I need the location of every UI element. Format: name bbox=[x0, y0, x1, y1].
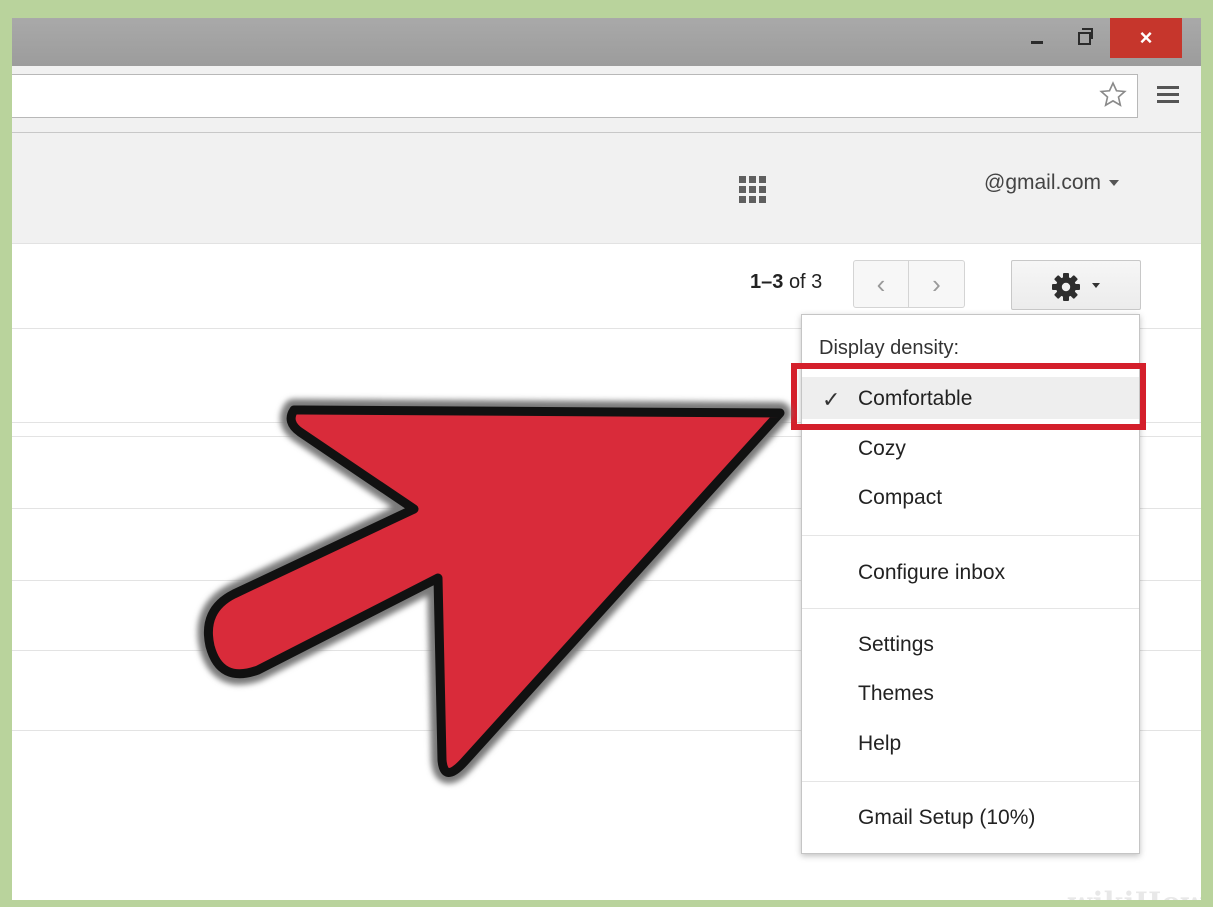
wikihow-watermark: wikiHow bbox=[1068, 886, 1201, 900]
browser-window: × @gmail.com 1–3 of 3 ‹ › Display densit… bbox=[12, 18, 1201, 900]
pointer-arrow-graphic bbox=[197, 399, 791, 784]
